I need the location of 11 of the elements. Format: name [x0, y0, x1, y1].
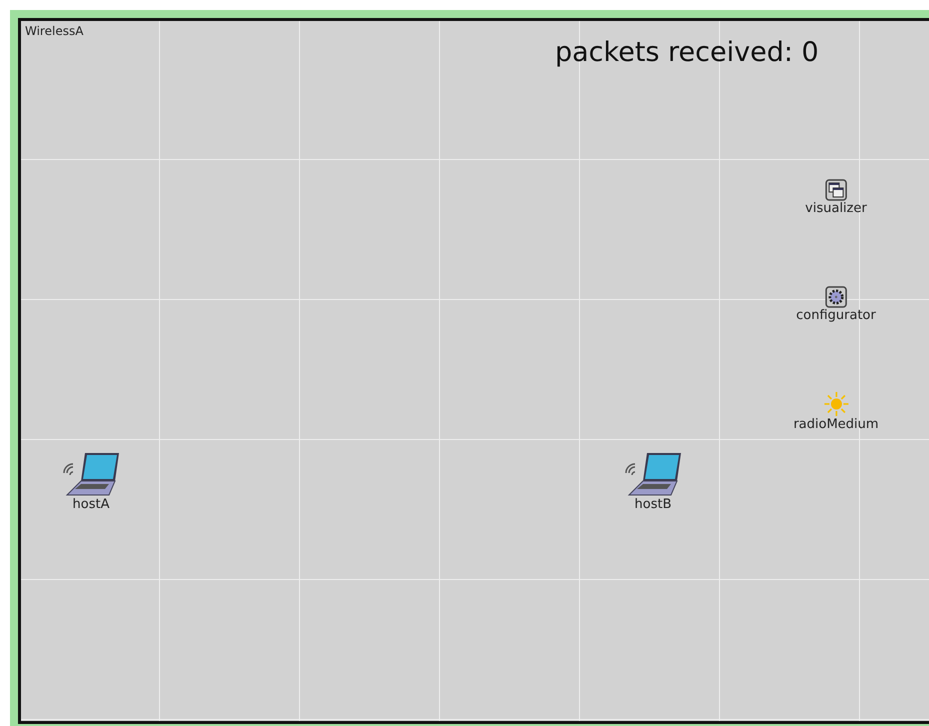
node-label: configurator [796, 308, 876, 324]
node-label: radioMedium [793, 417, 879, 433]
window-icon[interactable] [825, 179, 847, 201]
network-title: WirelessA [25, 24, 84, 38]
gear-icon[interactable] [825, 286, 847, 308]
laptop-icon[interactable] [623, 451, 683, 497]
node-label: hostA [72, 497, 110, 513]
packet-counter: packets received: 0 [555, 37, 819, 70]
node-label: hostB [634, 497, 672, 513]
laptop-icon[interactable] [61, 451, 121, 497]
node-label: visualizer [805, 201, 867, 217]
